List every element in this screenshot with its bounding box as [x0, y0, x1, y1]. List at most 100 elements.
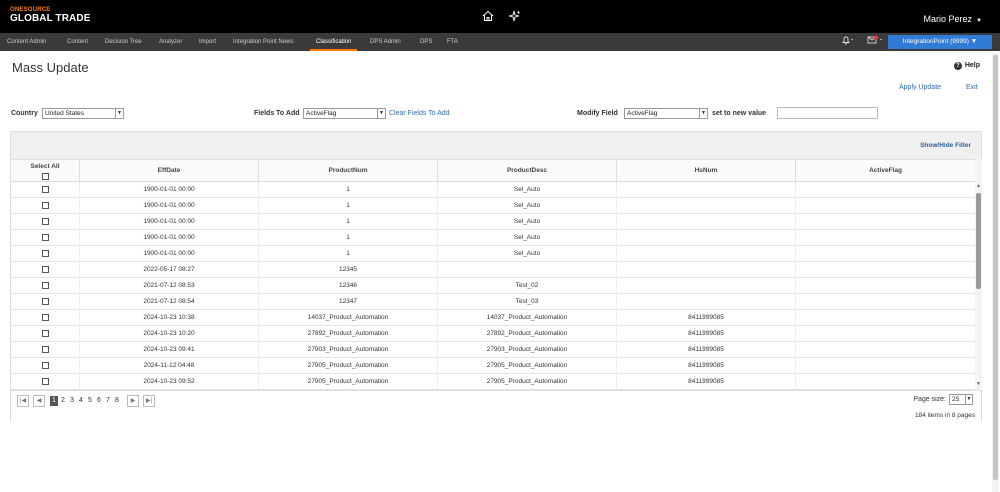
cell-activeflag[interactable] — [795, 326, 975, 342]
cell-productnum[interactable]: 12347 — [258, 294, 437, 310]
cell-hsnum[interactable]: 8411999085 — [616, 342, 795, 358]
clear-fields-link[interactable]: Clear Fields To Add — [389, 110, 450, 117]
cell-productdesc[interactable]: 27905_Product_Automation — [437, 358, 616, 374]
cell-effdate[interactable]: 2024-10-23 09:52 — [79, 374, 258, 390]
row-checkbox[interactable] — [41, 201, 49, 209]
cell-hsnum[interactable] — [616, 278, 795, 294]
cell-activeflag[interactable] — [795, 246, 975, 262]
cell-productdesc[interactable]: Sel_Auto — [437, 230, 616, 246]
last-page-button[interactable]: ▶| — [143, 395, 155, 407]
cell-effdate[interactable]: 1900-01-01 00:00 — [79, 182, 258, 198]
tab-content-admin[interactable]: Content Admin — [7, 33, 46, 51]
cell-productnum[interactable]: 12346 — [258, 278, 437, 294]
cell-hsnum[interactable]: 8411999085 — [616, 310, 795, 326]
row-checkbox[interactable] — [41, 265, 49, 273]
cell-productnum[interactable]: 1 — [258, 246, 437, 262]
cell-activeflag[interactable] — [795, 278, 975, 294]
row-checkbox[interactable] — [41, 233, 49, 241]
user-menu[interactable]: Mario Perez ▼ — [924, 14, 982, 24]
page-number-2[interactable]: 2 — [61, 396, 65, 406]
home-icon[interactable] — [482, 9, 494, 27]
cell-productnum[interactable]: 14037_Product_Automation — [258, 310, 437, 326]
cell-hsnum[interactable] — [616, 214, 795, 230]
show-hide-filter-link[interactable]: Show/Hide Filter — [920, 142, 971, 149]
cell-effdate[interactable]: 2024-10-23 10:20 — [79, 326, 258, 342]
column-header-hsnum[interactable]: HsNum — [616, 160, 795, 182]
table-row[interactable]: 2024-10-23 09:41 27903_Product_Automation… — [11, 342, 975, 358]
cell-hsnum[interactable] — [616, 262, 795, 278]
cell-hsnum[interactable] — [616, 294, 795, 310]
cell-activeflag[interactable] — [795, 294, 975, 310]
cell-activeflag[interactable] — [795, 342, 975, 358]
cell-hsnum[interactable]: 8411999085 — [616, 358, 795, 374]
column-header-productdesc[interactable]: ProductDesc — [437, 160, 616, 182]
cell-hsnum[interactable] — [616, 230, 795, 246]
cell-hsnum[interactable] — [616, 198, 795, 214]
select-all-checkbox[interactable] — [41, 172, 49, 180]
page-size-select[interactable]: 25 ▼ — [949, 394, 973, 405]
row-checkbox[interactable] — [41, 345, 49, 353]
column-header-activeflag[interactable]: ActiveFlag — [795, 160, 975, 182]
prev-page-button[interactable]: ◀ — [33, 395, 45, 407]
page-number-4[interactable]: 4 — [79, 396, 83, 406]
table-row[interactable]: 1900-01-01 00:00 1 Sel_Auto — [11, 182, 975, 198]
modify-field-select[interactable]: ActiveFlag ▼ — [624, 108, 708, 119]
next-page-button[interactable]: ▶ — [127, 395, 139, 407]
cell-activeflag[interactable] — [795, 182, 975, 198]
scroll-up-icon[interactable]: ▲ — [975, 183, 982, 189]
page-number-8[interactable]: 8 — [115, 396, 119, 406]
apply-update-link[interactable]: Apply Update — [899, 84, 941, 91]
cell-effdate[interactable]: 2021-07-12 08:53 — [79, 278, 258, 294]
table-row[interactable]: 2021-07-12 08:54 12347 Test_03 — [11, 294, 975, 310]
table-row[interactable]: 1900-01-01 00:00 1 Sel_Auto — [11, 230, 975, 246]
grid-scrollbar[interactable]: ▲ ▼ — [975, 159, 982, 390]
page-number-7[interactable]: 7 — [106, 396, 110, 406]
row-checkbox[interactable] — [41, 217, 49, 225]
cell-effdate[interactable]: 2024-10-23 09:41 — [79, 342, 258, 358]
cell-hsnum[interactable]: 8411999085 — [616, 326, 795, 342]
mail-icon[interactable] — [867, 35, 885, 47]
exit-link[interactable]: Exit — [966, 84, 978, 91]
cell-productdesc[interactable]: Sel_Auto — [437, 198, 616, 214]
cell-productdesc[interactable]: Sel_Auto — [437, 214, 616, 230]
page-number-6[interactable]: 6 — [97, 396, 101, 406]
row-checkbox[interactable] — [41, 297, 49, 305]
cell-hsnum[interactable]: 8411999085 — [616, 374, 795, 390]
cell-effdate[interactable]: 1900-01-01 00:00 — [79, 246, 258, 262]
cell-activeflag[interactable] — [795, 374, 975, 390]
cell-hsnum[interactable] — [616, 246, 795, 262]
table-row[interactable]: 2024-11-12 04:48 27905_Product_Automation… — [11, 358, 975, 374]
cell-activeflag[interactable] — [795, 310, 975, 326]
table-row[interactable]: 1900-01-01 00:00 1 Sel_Auto — [11, 246, 975, 262]
scroll-down-icon[interactable]: ▼ — [975, 381, 982, 387]
row-checkbox[interactable] — [41, 361, 49, 369]
tab-dps[interactable]: DPS — [420, 33, 432, 51]
sparkle-icon[interactable] — [508, 9, 521, 27]
cell-productnum[interactable]: 1 — [258, 214, 437, 230]
cell-productdesc[interactable]: 14037_Product_Automation — [437, 310, 616, 326]
table-row[interactable]: 2021-07-12 08:53 12346 Test_02 — [11, 278, 975, 294]
cell-activeflag[interactable] — [795, 230, 975, 246]
cell-productdesc[interactable]: 27905_Product_Automation — [437, 374, 616, 390]
table-row[interactable]: 1900-01-01 00:00 1 Sel_Auto — [11, 198, 975, 214]
cell-productnum[interactable]: 27905_Product_Automation — [258, 358, 437, 374]
tab-integration-point-news[interactable]: Integration Point News — [233, 33, 293, 51]
row-checkbox[interactable] — [41, 313, 49, 321]
integration-point-button[interactable]: IntegrationPoint (9999) ▼ — [888, 35, 992, 49]
cell-activeflag[interactable] — [795, 358, 975, 374]
cell-productnum[interactable]: 1 — [258, 198, 437, 214]
tab-analyzer[interactable]: Analyzer — [159, 33, 182, 51]
cell-productdesc[interactable]: Sel_Auto — [437, 246, 616, 262]
fields-to-add-select[interactable]: ActiveFlag ▼ — [303, 108, 386, 119]
cell-activeflag[interactable] — [795, 214, 975, 230]
tab-classification[interactable]: Classification — [310, 33, 358, 51]
column-header-productnum[interactable]: ProductNum — [258, 160, 437, 182]
cell-productdesc[interactable]: Test_03 — [437, 294, 616, 310]
table-row[interactable]: 2022-05-17 08:27 12345 — [11, 262, 975, 278]
tab-content[interactable]: Content — [67, 33, 88, 51]
cell-productnum[interactable]: 12345 — [258, 262, 437, 278]
page-number-1[interactable]: 1 — [50, 396, 58, 406]
tab-decision-tree[interactable]: Decision Tree — [105, 33, 142, 51]
cell-productnum[interactable]: 27892_Product_Automation — [258, 326, 437, 342]
bell-icon[interactable] — [841, 35, 855, 47]
